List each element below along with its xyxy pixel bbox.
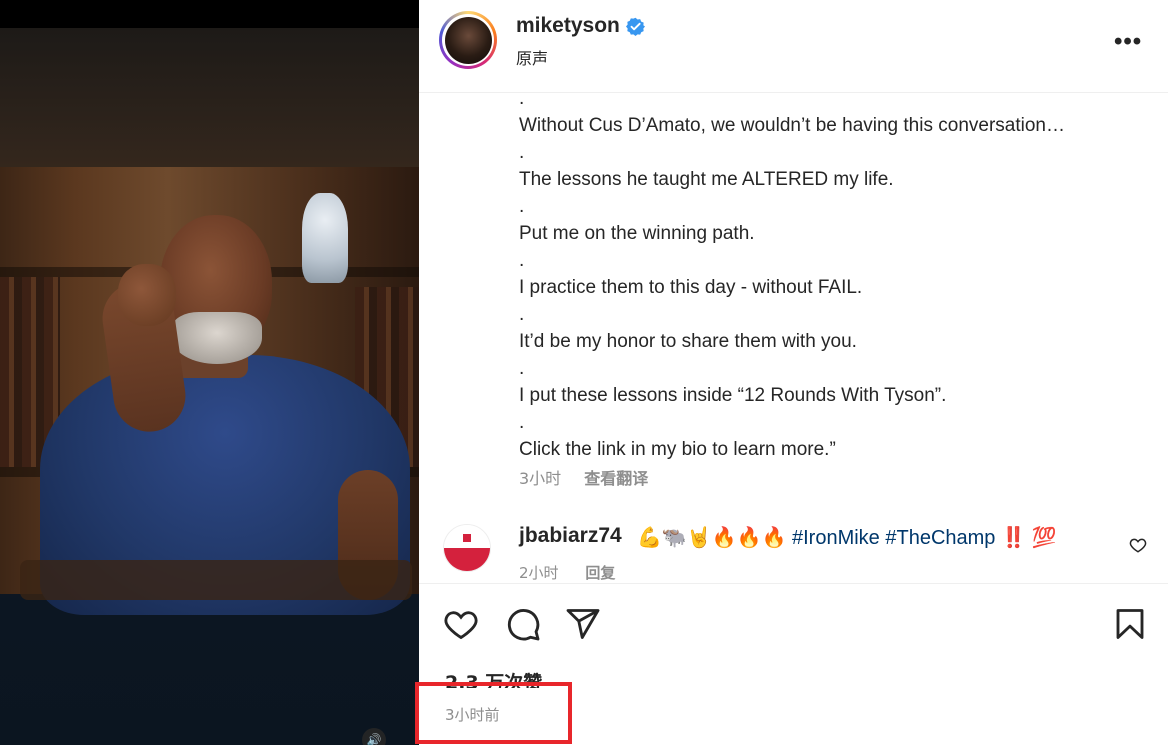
avatar — [444, 16, 492, 64]
chair-armrest — [20, 560, 412, 600]
caption-separator: . — [519, 358, 525, 379]
heart-outline-icon[interactable] — [1129, 536, 1147, 554]
caption-line: I practice them to this day - without FA… — [519, 277, 863, 298]
caption-line: Click the link in my bio to learn more.” — [519, 439, 836, 460]
hashtag-link-thechamp[interactable]: #TheChamp — [885, 527, 995, 549]
reply-button[interactable]: 回复 — [585, 564, 615, 582]
paper-plane-icon[interactable] — [565, 606, 601, 642]
caption-timestamp: 3小时 — [519, 469, 562, 488]
caption-separator: . — [519, 250, 525, 271]
speaker-icon[interactable]: 🔊 — [362, 728, 386, 745]
statue-figure — [302, 193, 348, 283]
comment-username[interactable]: jbabiarz74 — [519, 524, 622, 548]
speech-bubble-icon[interactable] — [505, 606, 541, 642]
comment-timestamp: 2小时 — [519, 564, 559, 582]
verified-badge-icon — [626, 17, 645, 36]
caption-meta: 3小时 查看翻译 — [519, 465, 648, 489]
comment-meta: 2小时 回复 — [519, 562, 615, 582]
post-caption: . Without Cus D’Amato, we wouldn’t be hav… — [519, 85, 1139, 463]
caption-separator: . — [519, 142, 525, 163]
caption-line: I put these lessons inside “12 Rounds Wi… — [519, 385, 947, 406]
caption-line: Put me on the winning path. — [519, 223, 755, 244]
heart-outline-icon[interactable] — [443, 606, 479, 642]
caption-separator: . — [519, 88, 525, 109]
post-side-panel: miketyson 原声 ••• . Without Cus D’Amato, w… — [415, 0, 1168, 745]
post-username[interactable]: miketyson — [516, 14, 620, 38]
caption-separator: . — [519, 304, 525, 325]
person-beard — [172, 312, 262, 364]
comment-suffix: ‼️ 💯 — [1000, 527, 1057, 549]
hashtag-link-ironmike[interactable]: #IronMike — [792, 527, 880, 549]
caption-line: Without Cus D’Amato, we wouldn’t be havi… — [519, 115, 1065, 136]
more-options-icon[interactable]: ••• — [1114, 28, 1142, 56]
comment-text: 💪🐃🤘🔥🔥🔥 #IronMike #TheChamp ‼️ 💯 — [637, 525, 1056, 550]
caption-separator: . — [519, 412, 525, 433]
caption-separator: . — [519, 196, 525, 217]
comment-avatar[interactable] — [443, 524, 491, 572]
post-header: miketyson 原声 ••• — [419, 0, 1168, 93]
post-timestamp: 3小时前 — [445, 706, 500, 724]
video-pane[interactable]: 🔊 — [0, 0, 419, 745]
likes-count[interactable]: 2.3 万次赞 — [445, 668, 542, 688]
comment-item: jbabiarz74 💪🐃🤘🔥🔥🔥 #IronMike #TheChamp ‼️… — [419, 520, 1168, 582]
caption-line: The lessons he taught me ALTERED my life… — [519, 169, 894, 190]
caption-line: It’d be my honor to share them with you. — [519, 331, 857, 352]
story-ring-avatar[interactable] — [439, 11, 497, 69]
audio-label[interactable]: 原声 — [516, 45, 548, 69]
post-actions-bar — [419, 583, 1168, 663]
see-translation-link[interactable]: 查看翻译 — [584, 469, 648, 488]
bookmark-icon[interactable] — [1112, 606, 1148, 642]
person-hand — [118, 264, 176, 326]
comment-emoji: 💪🐃🤘🔥🔥🔥 — [637, 527, 787, 549]
